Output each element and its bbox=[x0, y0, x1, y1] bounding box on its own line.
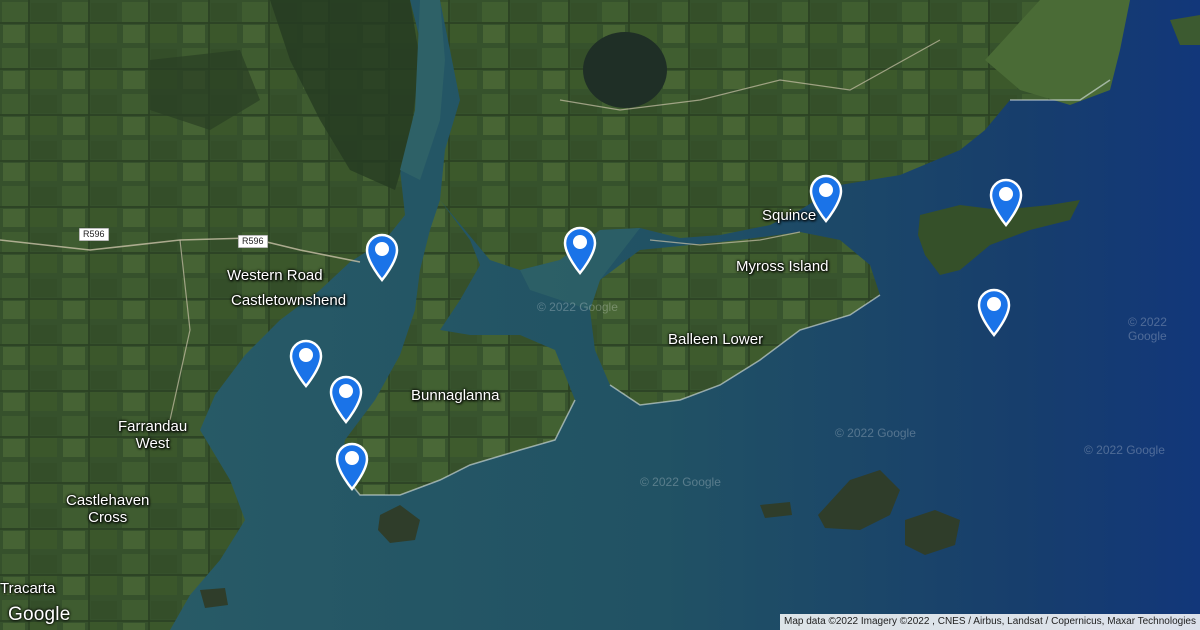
map-pin-icon bbox=[977, 288, 1011, 337]
place-label-western-road: Western Road bbox=[227, 267, 323, 284]
location-marker-5[interactable] bbox=[975, 287, 1013, 337]
location-marker-8[interactable] bbox=[333, 441, 371, 491]
place-label-line: West bbox=[135, 435, 170, 452]
road-label-r596: R596 bbox=[238, 235, 268, 248]
satellite-imagery bbox=[0, 0, 1200, 630]
map-pin-icon bbox=[989, 178, 1023, 227]
map-pin-icon bbox=[563, 226, 597, 275]
location-marker-4[interactable] bbox=[987, 177, 1025, 227]
place-label-line: Cross bbox=[88, 509, 128, 526]
place-label-farrandau-west: Farrandau West bbox=[118, 418, 187, 452]
place-label-castletownshend: Castletownshend bbox=[231, 292, 347, 309]
place-label-castlehaven-cross: Castlehaven Cross bbox=[66, 492, 149, 526]
road-label-r596: R596 bbox=[79, 228, 109, 241]
satellite-map[interactable]: R596 R596 Western Road Castletownshend F… bbox=[0, 0, 1200, 630]
google-logo: Google bbox=[8, 604, 71, 625]
location-marker-6[interactable] bbox=[287, 338, 325, 388]
location-marker-7[interactable] bbox=[327, 374, 365, 424]
place-label-myross-island: Myross Island bbox=[736, 258, 829, 275]
watermark: © 2022 Google bbox=[1084, 443, 1165, 457]
map-pin-icon bbox=[289, 339, 323, 388]
map-pin-icon bbox=[809, 174, 843, 223]
map-pin-icon bbox=[335, 442, 369, 491]
place-label-line: Castlehaven bbox=[66, 492, 150, 509]
watermark: © 2022 Google bbox=[537, 300, 618, 314]
place-label-bunnaglanna: Bunnaglanna bbox=[411, 387, 500, 404]
place-label-balleen-lower: Balleen Lower bbox=[668, 331, 764, 348]
watermark: © 2022 Google bbox=[835, 426, 916, 440]
location-marker-1[interactable] bbox=[363, 232, 401, 282]
location-marker-3[interactable] bbox=[807, 173, 845, 223]
location-marker-2[interactable] bbox=[561, 225, 599, 275]
map-attribution[interactable]: Map data ©2022 Imagery ©2022 , CNES / Ai… bbox=[780, 614, 1200, 630]
watermark: © 2022 Google bbox=[1128, 315, 1167, 343]
watermark: © 2022 Google bbox=[640, 475, 721, 489]
map-pin-icon bbox=[365, 233, 399, 282]
map-pin-icon bbox=[329, 375, 363, 424]
place-label-line: Farrandau bbox=[118, 418, 188, 435]
place-label-tracarta: Tracarta bbox=[0, 580, 56, 597]
